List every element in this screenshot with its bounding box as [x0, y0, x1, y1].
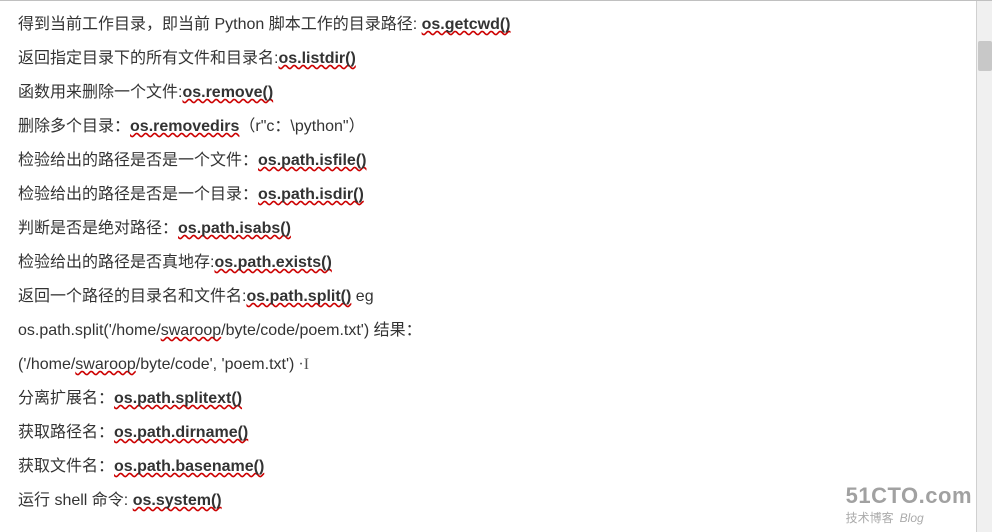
text: os.path.split('/home/ [18, 322, 161, 339]
code-function: os.remove() [182, 84, 273, 101]
text: ('/home/ [18, 356, 75, 373]
line-description: 获取文件名： [18, 458, 114, 475]
line-description: 得到当前工作目录，即当前 Python 脚本工作的目录路径: [18, 16, 422, 33]
vertical-scrollbar[interactable] [976, 1, 992, 532]
text-cursor: ·I [294, 356, 309, 373]
line-description: 返回指定目录下的所有文件和目录名: [18, 50, 278, 67]
line-post: eg [351, 288, 373, 305]
code-function: os.removedirs [130, 118, 239, 135]
code-function: os.path.isfile() [258, 152, 366, 169]
line-description: 检验给出的路径是否是一个目录： [18, 186, 258, 203]
line-description: 判断是否是绝对路径： [18, 220, 178, 237]
line-description: 删除多个目录： [18, 118, 130, 135]
line-description: 返回一个路径的目录名和文件名: [18, 288, 246, 305]
doc-line: 运行 shell 命令: os.system()↵ [18, 485, 974, 517]
code-function: os.getcwd() [422, 16, 511, 33]
watermark: 51CTO.com 技术博客Blog [846, 485, 972, 526]
text: /byte/code', 'poem.txt') [136, 356, 295, 373]
code-function: os.path.isdir() [258, 186, 364, 203]
line-description: 检验给出的路径是否真地存: [18, 254, 214, 271]
code-function: os.path.splitext() [114, 390, 242, 407]
scrollbar-thumb[interactable] [978, 41, 992, 71]
wavy-text: swaroop [161, 322, 221, 339]
line-description: 运行 shell 命令: [18, 492, 133, 509]
doc-line: 判断是否是绝对路径：os.path.isabs()↵ [18, 213, 974, 245]
doc-line: 检验给出的路径是否是一个文件：os.path.isfile()↵ [18, 145, 974, 177]
watermark-subtitle: 技术博客Blog [846, 509, 972, 526]
line-description: 获取路径名： [18, 424, 114, 441]
code-function: os.path.exists() [214, 254, 331, 271]
doc-line: 函数用来删除一个文件:os.remove()↵ [18, 77, 974, 109]
line-description: 分离扩展名： [18, 390, 114, 407]
wavy-text: swaroop [75, 356, 135, 373]
doc-line: 返回一个路径的目录名和文件名:os.path.split() eg↵ [18, 281, 974, 313]
document-content: 得到当前工作目录，即当前 Python 脚本工作的目录路径: os.getcwd… [0, 1, 992, 527]
doc-line: 获取文件名：os.path.basename()↵ [18, 451, 974, 483]
text: /byte/code/poem.txt') 结果： [221, 322, 421, 339]
code-function: os.path.isabs() [178, 220, 291, 237]
example-line-1: os.path.split('/home/swaroop/byte/code/p… [18, 315, 974, 347]
line-description: 函数用来删除一个文件: [18, 84, 182, 101]
doc-line: 得到当前工作目录，即当前 Python 脚本工作的目录路径: os.getcwd… [18, 9, 974, 41]
doc-line: 删除多个目录：os.removedirs（r"c：\python"）↵ [18, 111, 974, 143]
doc-line: 获取路径名：os.path.dirname()↵ [18, 417, 974, 449]
doc-line: 检验给出的路径是否真地存:os.path.exists()↵ [18, 247, 974, 279]
code-function: os.path.basename() [114, 458, 264, 475]
code-function: os.path.split() [246, 288, 351, 305]
doc-line: 返回指定目录下的所有文件和目录名:os.listdir()↵ [18, 43, 974, 75]
code-function: os.path.dirname() [114, 424, 248, 441]
doc-line: 分离扩展名：os.path.splitext()↵ [18, 383, 974, 415]
code-function: os.listdir() [278, 50, 355, 67]
example-line-2: ('/home/swaroop/byte/code', 'poem.txt') … [18, 349, 974, 381]
watermark-title: 51CTO.com [846, 485, 972, 507]
code-function: os.system() [133, 492, 222, 509]
line-description: 检验给出的路径是否是一个文件： [18, 152, 258, 169]
line-post: （r"c：\python"） [239, 118, 364, 135]
doc-line: 检验给出的路径是否是一个目录：os.path.isdir()↵ [18, 179, 974, 211]
